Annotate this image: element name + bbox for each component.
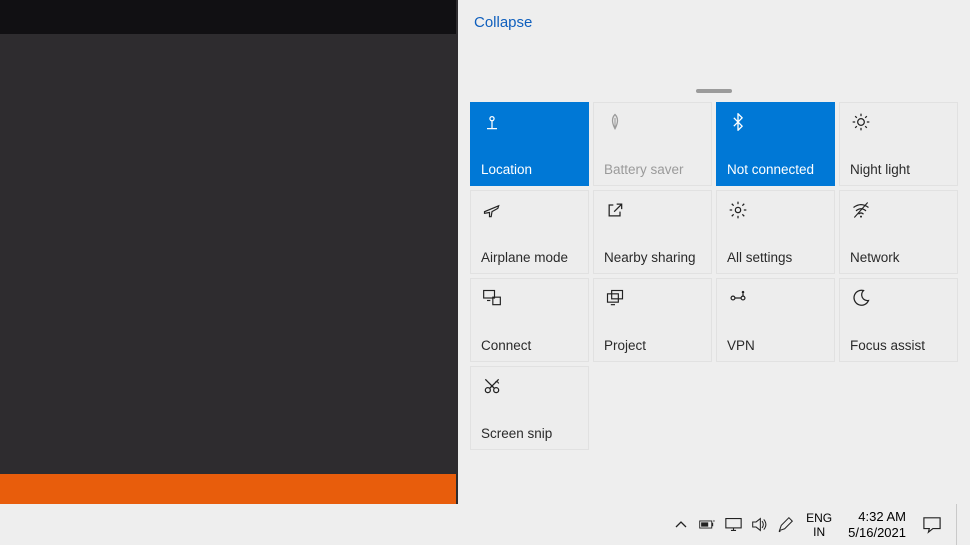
pen-tray-icon[interactable] (774, 510, 796, 540)
tile-location[interactable]: Location (470, 102, 589, 186)
tile-nearby-sharing[interactable]: Nearby sharing (593, 190, 712, 274)
display-tray-icon[interactable] (722, 510, 744, 540)
tile-label: VPN (727, 338, 824, 353)
connect-icon (481, 287, 503, 309)
tile-label: Not connected (727, 162, 824, 177)
airplane-icon (481, 199, 503, 221)
tile-bluetooth[interactable]: Not connected (716, 102, 835, 186)
language-primary-label: ENG (806, 511, 832, 525)
tile-network[interactable]: Network (839, 190, 958, 274)
tile-connect[interactable]: Connect (470, 278, 589, 362)
tile-all-settings[interactable]: All settings (716, 190, 835, 274)
tile-label: All settings (727, 250, 824, 265)
tile-vpn[interactable]: VPN (716, 278, 835, 362)
share-icon (604, 199, 626, 221)
tile-label: Screen snip (481, 426, 578, 441)
tile-screen-snip[interactable]: Screen snip (470, 366, 589, 450)
leaf-icon (604, 111, 626, 133)
action-center-panel: Collapse Location Battery saver Not connec… (458, 0, 970, 504)
tile-label: Connect (481, 338, 578, 353)
drag-handle-icon (696, 89, 732, 93)
quick-action-grid: Location Battery saver Not connected Night … (458, 102, 970, 450)
tile-label: Location (481, 162, 578, 177)
tile-night-light[interactable]: Night light (839, 102, 958, 186)
vpn-icon (727, 287, 749, 309)
window-accent-strip (0, 474, 456, 504)
project-icon (604, 287, 626, 309)
time-label: 4:32 AM (858, 509, 906, 525)
tile-label: Project (604, 338, 701, 353)
language-indicator[interactable]: ENG IN (806, 511, 832, 539)
tile-label: Nearby sharing (604, 250, 701, 265)
tile-label: Night light (850, 162, 947, 177)
tile-focus-assist[interactable]: Focus assist (839, 278, 958, 362)
language-secondary-label: IN (813, 525, 825, 539)
sun-icon (850, 111, 872, 133)
desktop-area (0, 0, 458, 504)
snip-icon (481, 375, 503, 397)
tray-overflow-button[interactable] (670, 510, 692, 540)
collapse-link[interactable]: Collapse (474, 14, 532, 31)
gear-icon (727, 199, 749, 221)
date-label: 5/16/2021 (848, 525, 906, 541)
volume-tray-icon[interactable] (748, 510, 770, 540)
window-titlebar-dark (0, 0, 456, 34)
show-desktop-button[interactable] (956, 504, 964, 545)
tile-label: Airplane mode (481, 250, 578, 265)
location-icon (481, 111, 503, 133)
notification-icon (922, 516, 942, 534)
tile-airplane-mode[interactable]: Airplane mode (470, 190, 589, 274)
action-center-header: Collapse (458, 0, 970, 80)
taskbar: ENG IN 4:32 AM 5/16/2021 (0, 504, 970, 545)
chevron-up-icon (675, 519, 687, 531)
drag-handle-area[interactable] (458, 80, 970, 102)
action-center-button[interactable] (916, 509, 948, 541)
bluetooth-icon (727, 111, 749, 133)
clock[interactable]: 4:32 AM 5/16/2021 (848, 509, 906, 541)
battery-tray-icon[interactable] (696, 510, 718, 540)
tile-label: Focus assist (850, 338, 947, 353)
tile-project[interactable]: Project (593, 278, 712, 362)
tile-label: Network (850, 250, 947, 265)
moon-icon (850, 287, 872, 309)
system-tray: ENG IN 4:32 AM 5/16/2021 (670, 504, 964, 545)
tile-battery-saver[interactable]: Battery saver (593, 102, 712, 186)
wifi-icon (850, 199, 872, 221)
tile-label: Battery saver (604, 162, 701, 177)
